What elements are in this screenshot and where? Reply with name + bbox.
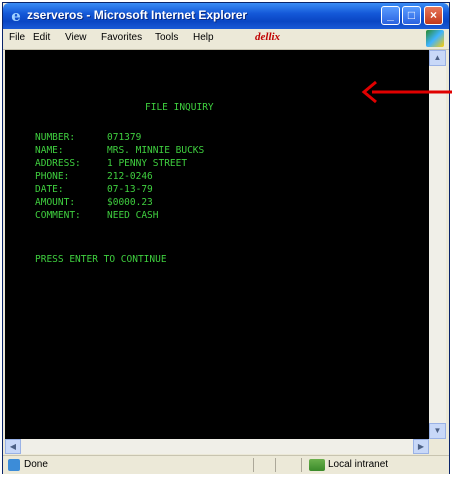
menu-file[interactable]: File (9, 32, 25, 43)
security-zone-text: Local intranet (328, 459, 389, 470)
scroll-right-icon[interactable]: ▶ (413, 439, 429, 454)
intranet-zone-icon (309, 459, 325, 471)
page-done-icon (8, 459, 20, 471)
field-label: AMOUNT: (35, 197, 76, 208)
menu-view[interactable]: View (65, 32, 87, 43)
scroll-left-icon[interactable]: ◀ (5, 439, 21, 454)
menu-bar: File Edit View Favorites Tools Help dell… (3, 29, 449, 50)
title-bar[interactable]: e zserveros - Microsoft Internet Explore… (3, 3, 449, 29)
field-value: 07-13-79 (107, 184, 153, 195)
toolbar-logo[interactable]: dellix (255, 31, 280, 43)
maximize-button[interactable]: □ (402, 6, 421, 25)
field-value: 212-0246 (107, 171, 153, 182)
window-title: zserveros - Microsoft Internet Explorer (27, 8, 248, 22)
windows-logo-icon (426, 30, 444, 47)
vertical-scrollbar[interactable]: ▲ ▼ (429, 50, 446, 439)
menu-help[interactable]: Help (193, 32, 214, 43)
status-bar: Done Local intranet (3, 455, 449, 474)
menu-favorites[interactable]: Favorites (101, 32, 142, 43)
menu-tools[interactable]: Tools (155, 32, 178, 43)
terminal-prompt: PRESS ENTER TO CONTINUE (35, 254, 167, 265)
field-label: ADDRESS: (35, 158, 81, 169)
field-label: NAME: (35, 145, 64, 156)
field-label: COMMENT: (35, 210, 81, 221)
browser-window: e zserveros - Microsoft Internet Explore… (2, 2, 450, 474)
field-label: DATE: (35, 184, 64, 195)
status-divider (275, 458, 276, 472)
close-button[interactable]: × (424, 6, 443, 25)
field-value: NEED CASH (107, 210, 159, 221)
internet-explorer-icon: e (11, 7, 21, 25)
status-text: Done (24, 459, 48, 470)
field-label: NUMBER: (35, 132, 76, 143)
status-divider (301, 458, 302, 472)
terminal-screen[interactable]: FILE INQUIRY NUMBER: 071379 NAME: MRS. M… (5, 50, 429, 439)
field-label: PHONE: (35, 171, 70, 182)
field-value: 071379 (107, 132, 142, 143)
terminal-heading: FILE INQUIRY (145, 102, 214, 113)
minimize-button[interactable]: _ (381, 6, 400, 25)
horizontal-scrollbar[interactable]: ◀ ▶ (5, 439, 429, 454)
menu-edit[interactable]: Edit (33, 32, 50, 43)
red-arrow-annotation (361, 80, 452, 104)
scroll-down-icon[interactable]: ▼ (429, 423, 446, 439)
field-value: MRS. MINNIE BUCKS (107, 145, 205, 156)
field-value: $0000.23 (107, 197, 153, 208)
scroll-up-icon[interactable]: ▲ (429, 50, 446, 66)
field-value: 1 PENNY STREET (107, 158, 188, 169)
status-divider (253, 458, 254, 472)
